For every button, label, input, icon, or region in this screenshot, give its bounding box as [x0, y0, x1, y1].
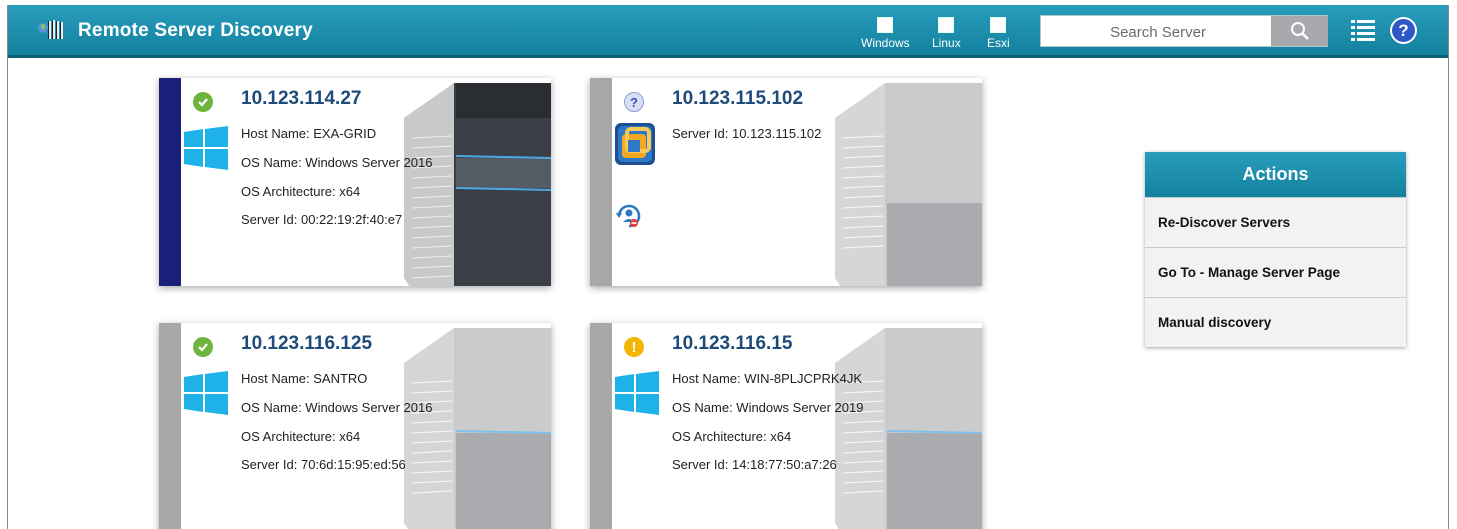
- manual-discovery-button[interactable]: Manual discovery: [1145, 297, 1406, 347]
- windows-logo-icon: [184, 126, 228, 170]
- rediscover-servers-button[interactable]: Re-Discover Servers: [1145, 197, 1406, 247]
- filter-linux[interactable]: Linux: [932, 17, 961, 50]
- filter-linux-label: Linux: [932, 36, 961, 50]
- server-ip[interactable]: 10.123.115.102: [672, 88, 803, 110]
- server-card[interactable]: ! 10.123.116.15 Host Name: WIN-8PLJCPRK4…: [590, 323, 982, 529]
- server-tower-image: [835, 83, 982, 286]
- server-ip[interactable]: 10.123.116.15: [672, 333, 792, 355]
- windows-logo-icon: [615, 371, 659, 415]
- card-selection-bar: [159, 78, 181, 286]
- filter-windows-label: Windows: [861, 36, 910, 50]
- host-name: Host Name: SANTRO: [241, 371, 368, 386]
- manage-server-page-button[interactable]: Go To - Manage Server Page: [1145, 247, 1406, 297]
- server-id: Server Id: 14:18:77:50:a7:26: [672, 457, 837, 472]
- windows-logo-icon: [184, 371, 228, 415]
- help-icon[interactable]: ?: [1390, 17, 1417, 44]
- server-id: Server Id: 10.123.115.102: [672, 126, 822, 141]
- server-card[interactable]: 10.123.116.125 Host Name: SANTRO OS Name…: [159, 323, 551, 529]
- actions-title: Actions: [1145, 152, 1406, 197]
- os-architecture: OS Architecture: x64: [672, 429, 792, 444]
- os-architecture: OS Architecture: x64: [241, 184, 361, 199]
- vmware-logo-icon: [615, 123, 655, 165]
- rediscover-user-icon[interactable]: [615, 202, 643, 230]
- os-name: OS Name: Windows Server 2016: [241, 155, 433, 170]
- card-selection-bar: [590, 78, 612, 286]
- search-input[interactable]: [1041, 16, 1275, 48]
- os-name: OS Name: Windows Server 2019: [672, 400, 864, 415]
- app-window: Remote Server Discovery Windows Linux Es…: [7, 5, 1449, 529]
- header-bar: Remote Server Discovery Windows Linux Es…: [8, 5, 1448, 58]
- os-name: OS Name: Windows Server 2016: [241, 400, 433, 415]
- server-tower-image: [404, 83, 551, 286]
- search-box: [1040, 15, 1328, 48]
- list-view-icon[interactable]: [1351, 19, 1375, 41]
- filter-windows[interactable]: Windows: [861, 17, 910, 50]
- filter-esxi[interactable]: Esxi: [987, 17, 1010, 50]
- status-warning-icon: !: [624, 337, 644, 357]
- status-ok-icon: [193, 337, 213, 357]
- server-tower-image: [404, 328, 551, 529]
- filter-esxi-label: Esxi: [987, 36, 1010, 50]
- status-ok-icon: [193, 92, 213, 112]
- server-card[interactable]: 10.123.114.27 Host Name: EXA-GRID OS Nam…: [159, 78, 551, 286]
- windows-checkbox[interactable]: [877, 17, 894, 33]
- host-name: Host Name: EXA-GRID: [241, 126, 377, 141]
- os-architecture: OS Architecture: x64: [241, 429, 361, 444]
- server-id: Server Id: 00:22:19:2f:40:e7: [241, 212, 403, 227]
- server-card[interactable]: ? 10.123.115.102 Server Id: 10.123.115.1…: [590, 78, 982, 286]
- esxi-checkbox[interactable]: [990, 17, 1007, 33]
- host-name: Host Name: WIN-8PLJCPRK4JK: [672, 371, 862, 386]
- card-selection-bar: [159, 323, 181, 529]
- server-ip[interactable]: 10.123.114.27: [241, 88, 361, 110]
- server-id: Server Id: 70:6d:15:95:ed:56: [241, 457, 406, 472]
- search-button[interactable]: [1271, 16, 1328, 46]
- server-tower-image: [835, 328, 982, 529]
- search-icon: [1291, 22, 1309, 40]
- linux-checkbox[interactable]: [938, 17, 955, 33]
- card-selection-bar: [590, 323, 612, 529]
- server-rack-logo-icon: [38, 20, 63, 39]
- app-title: Remote Server Discovery: [78, 20, 313, 41]
- actions-panel: Actions Re-Discover Servers Go To - Mana…: [1145, 152, 1406, 347]
- status-unknown-icon: ?: [624, 92, 644, 112]
- server-ip[interactable]: 10.123.116.125: [241, 333, 372, 355]
